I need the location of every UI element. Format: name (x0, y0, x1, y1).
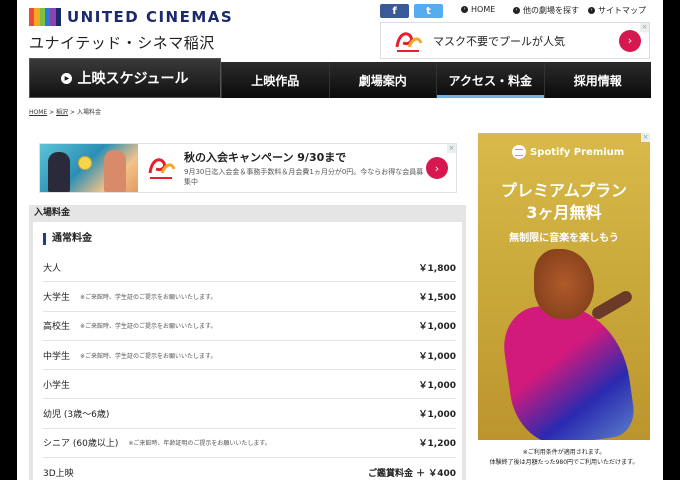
nav-access-price[interactable]: アクセス・料金 (436, 62, 544, 98)
ad-text: マスク不要でプールが人気 (433, 34, 565, 48)
ad-headline-2: 3ヶ月無料 (526, 203, 602, 222)
twitter-button[interactable]: t (414, 4, 443, 18)
page: UNITED CINEMAS ユナイテッド・シネマ稲沢 f t › HOME › 他… (0, 0, 680, 480)
campaign-subtext: 9月30日迄入会金＆事務手数料＆月会費1ヵ月分が0円。今ならお得な会員募集中 (184, 168, 424, 186)
sitemap-icon: › (588, 7, 595, 14)
ad-close-icon[interactable]: × (447, 144, 456, 153)
pool-photo (40, 144, 138, 192)
ad-subline: 無制限に音楽を楽しもう (509, 233, 619, 244)
theater-name: ユナイテッド・シネマ稲沢 (29, 34, 215, 52)
sitemap-link[interactable]: › サイトマップ (588, 5, 646, 16)
spotify-icon (512, 145, 526, 159)
header-ad-banner[interactable]: マスク不要でプールが人気 › × (380, 22, 650, 59)
home-icon: › (461, 6, 468, 13)
breadcrumb-current: 入場料金 (76, 109, 101, 116)
nav-theater-info[interactable]: 劇場案内 (328, 62, 436, 98)
price-row-university: 大学生 ※ご来館時、学生証のご提示をお願いいたします。 ￥1,500 (43, 282, 456, 312)
twitter-icon: t (426, 5, 431, 17)
facebook-icon: f (392, 5, 397, 17)
ad-brand-logo (148, 158, 176, 179)
price-panel: 入場料金 通常料金 大人 ￥1,800 大学生 ※ご来館時、学生証のご提示をお願… (29, 205, 466, 480)
nav-recruit[interactable]: 採用情報 (543, 62, 651, 98)
price-row-elementary: 小学生 ￥1,000 (43, 370, 456, 400)
chevron-right-icon[interactable]: › (426, 157, 448, 179)
price-row-senior: シニア (60歳以上) ※ご来館時、年齢証明のご提示をお願いいたします。 ￥1,… (43, 429, 456, 459)
ad-close-icon[interactable]: × (640, 23, 649, 32)
ad-headline: プレミアムプラン (501, 181, 627, 200)
section-title: 通常料金 (43, 233, 92, 245)
price-row-high-school: 高校生 ※ご来館時、学生証のご提示をお願いいたします。 ￥1,000 (43, 312, 456, 341)
ad-footnote: ※ご利用条件が適用されます。 体験終了後は月額たった980円でご利用いただけます… (478, 440, 650, 480)
content-area: UNITED CINEMAS ユナイテッド・シネマ稲沢 f t › HOME › 他… (17, 0, 663, 480)
ad-brand-logo (395, 31, 423, 52)
price-row-junior-high: 中学生 ※ご来館時、学生証のご提示をお願いいたします。 ￥1,000 (43, 341, 456, 371)
find-theater-link[interactable]: › 他の劇場を探す (513, 5, 579, 16)
main-nav: ▶ 上映スケジュール 上映作品 劇場案内 アクセス・料金 採用情報 (29, 58, 651, 98)
price-row-adult: 大人 ￥1,800 (43, 253, 456, 283)
breadcrumb: HOME > 稲沢 > 入場料金 (29, 109, 101, 116)
chevron-right-icon[interactable]: › (619, 29, 641, 52)
home-link[interactable]: › HOME (461, 5, 495, 14)
price-row-3d: 3D上映 ご鑑賞料金 ＋ ￥400 (43, 458, 456, 480)
search-icon: › (513, 7, 520, 14)
spotify-brand: Spotify Premium (530, 146, 625, 158)
logo-text-en: UNITED CINEMAS (67, 8, 234, 26)
campaign-title: 秋の入会キャンペーン 9/30まで (184, 151, 347, 165)
play-icon: ▶ (61, 72, 73, 84)
facebook-button[interactable]: f (380, 4, 409, 18)
nav-schedule[interactable]: ▶ 上映スケジュール (29, 58, 221, 98)
nav-movies[interactable]: 上映作品 (221, 62, 329, 98)
price-table: 大人 ￥1,800 大学生 ※ご来館時、学生証のご提示をお願いいたします。 ￥1… (43, 253, 456, 480)
breadcrumb-theater[interactable]: 稲沢 (56, 109, 68, 116)
panel-title: 入場料金 (34, 208, 71, 218)
price-row-infant: 幼児 (3歳〜6歳) ￥1,000 (43, 399, 456, 429)
spotify-ad[interactable]: × Spotify Premium プレミアムプラン 3ヶ月無料 無制限に音楽を… (478, 133, 650, 480)
breadcrumb-home[interactable]: HOME (29, 109, 47, 116)
logo-mark (29, 8, 61, 26)
ad-close-icon[interactable]: × (641, 133, 650, 142)
campaign-ad-banner[interactable]: 秋の入会キャンペーン 9/30まで 9月30日迄入会金＆事務手数料＆月会費1ヵ月… (39, 143, 457, 193)
